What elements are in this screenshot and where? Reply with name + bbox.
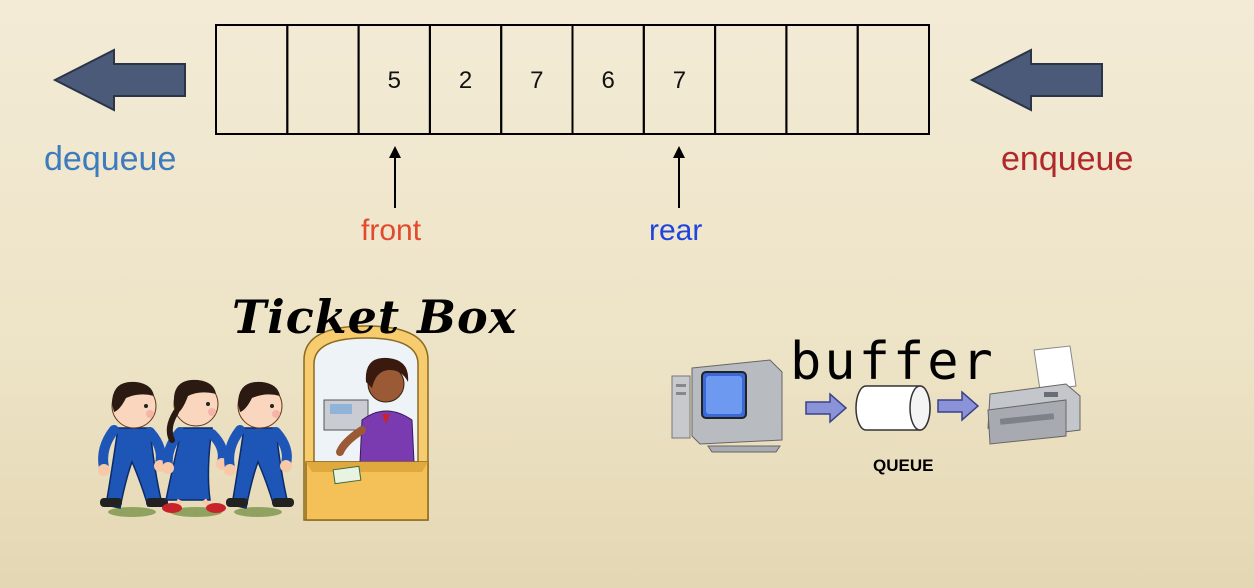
front-pointer-arrow — [389, 146, 401, 208]
rear-label: rear — [649, 214, 703, 247]
queue-cell — [286, 24, 360, 135]
queue-cell — [785, 24, 859, 135]
front-label: front — [361, 214, 422, 247]
queue-caption: QUEUE — [873, 456, 934, 475]
people-walking-illustration — [98, 379, 294, 517]
cylinder-queue-icon — [855, 385, 931, 431]
ticket-booth-illustration — [303, 325, 429, 521]
queue-cell-value: 5 — [388, 67, 401, 94]
queue-cell-value: 7 — [673, 67, 686, 94]
queue-cell — [856, 24, 931, 135]
queue-cell: 5 — [357, 24, 431, 135]
computer-icon — [671, 359, 783, 453]
queue-cell: 2 — [428, 24, 503, 135]
buffer-label: buffer — [790, 332, 996, 392]
dequeue-arrow-icon — [52, 48, 186, 112]
queue-cell: 6 — [571, 24, 645, 135]
transfer-arrow-icon — [937, 390, 980, 422]
dequeue-label: dequeue — [44, 140, 177, 178]
queue-cell — [215, 24, 289, 135]
rear-pointer-arrow — [673, 146, 685, 208]
printer-icon — [987, 345, 1081, 445]
queue-cell-value: 7 — [530, 67, 543, 94]
queue-cell — [714, 24, 788, 135]
queue-diagram: 5 2 7 6 7 — [52, 24, 1103, 521]
ticket-box-title: Ticket Box — [232, 290, 518, 344]
transfer-arrow-icon — [805, 392, 848, 424]
queue-cell-value: 2 — [459, 67, 472, 94]
queue-array: 5 2 7 6 7 — [215, 24, 931, 135]
enqueue-label: enqueue — [1001, 140, 1134, 178]
queue-cell: 7 — [642, 24, 717, 135]
queue-cell: 7 — [500, 24, 574, 135]
enqueue-arrow-icon — [969, 48, 1103, 112]
queue-cell-value: 6 — [601, 67, 614, 94]
